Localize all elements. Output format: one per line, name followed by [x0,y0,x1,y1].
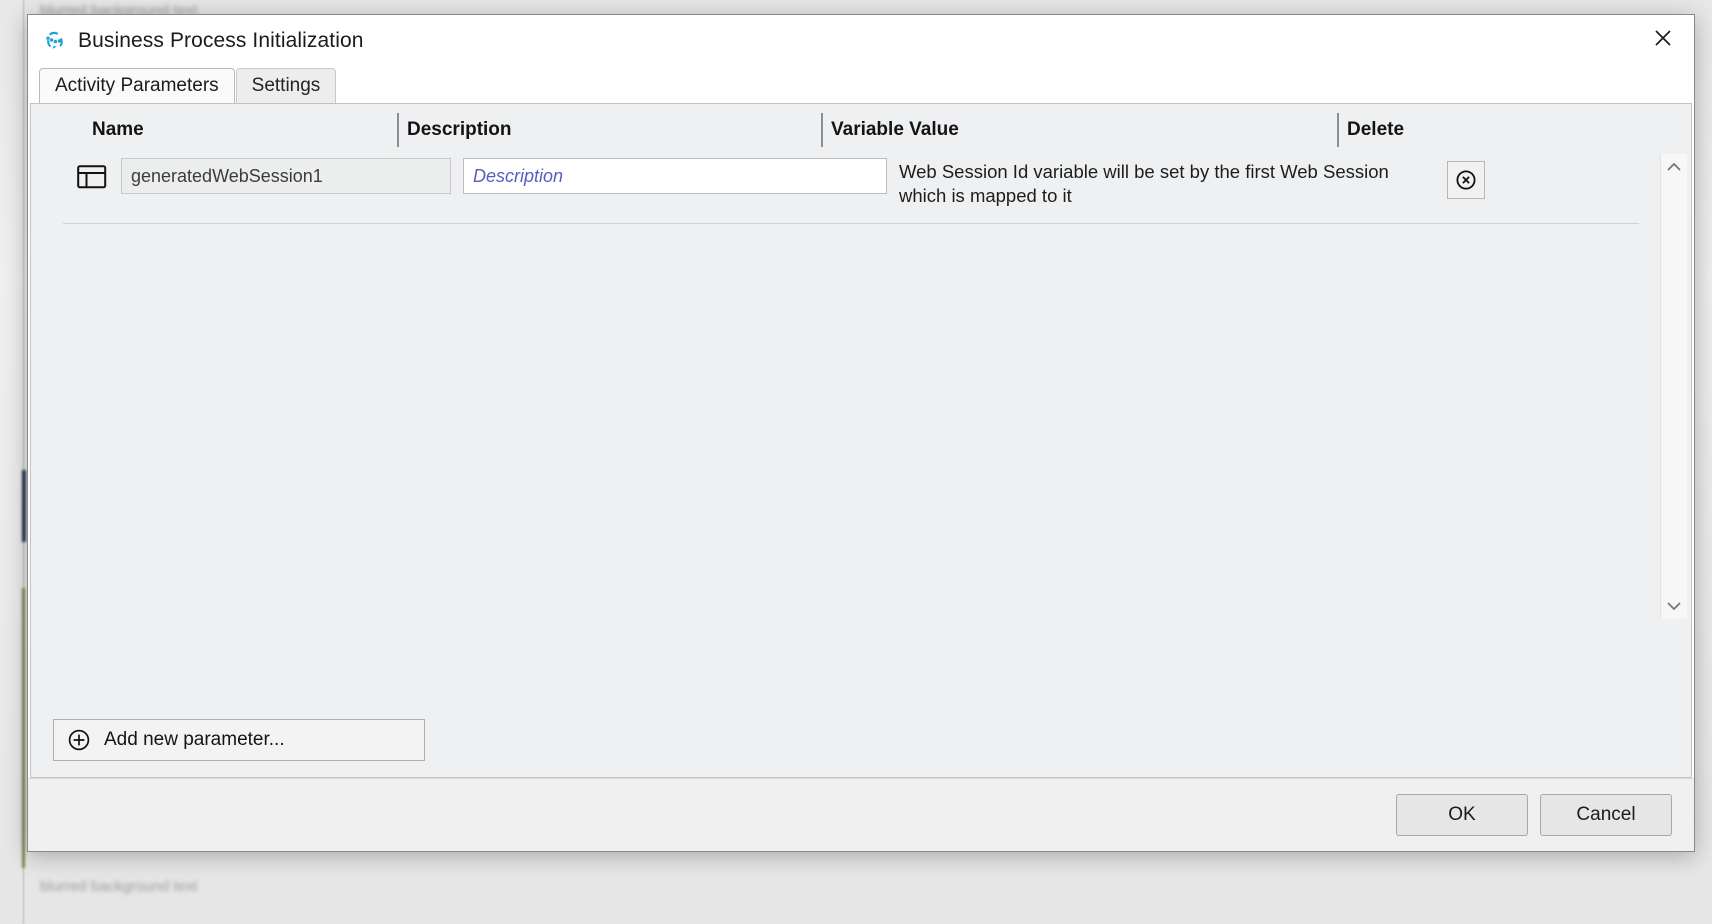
cancel-button[interactable]: Cancel [1540,794,1672,836]
parameter-description-cell [451,158,887,194]
parameter-name-cell [121,158,451,194]
tab-settings[interactable]: Settings [236,68,337,103]
tab-strip: Activity Parameters Settings [28,67,1694,103]
grid-header: Name Description Variable Value Delete [31,104,1691,148]
add-new-parameter-button[interactable]: Add new parameter... [53,719,425,761]
circle-plus-icon [66,727,92,753]
circle-x-icon [1454,168,1478,192]
parameter-variable-value-text: Web Session Id variable will be set by t… [899,160,1429,209]
browser-window-icon [63,158,121,190]
dialog-footer: OK Cancel [28,778,1694,851]
business-process-initialization-dialog: Business Process Initialization Activity… [27,14,1695,852]
background-green-strip [22,588,25,868]
parameter-description-input[interactable] [463,158,887,194]
column-header-delete: Delete [1337,113,1467,147]
business-process-icon [42,28,68,54]
activity-parameters-panel: Name Description Variable Value Delete [30,103,1692,778]
column-header-variable-value: Variable Value [821,113,1337,147]
delete-parameter-button[interactable] [1447,161,1485,199]
grid-body: Web Session Id variable will be set by t… [31,148,1691,703]
close-icon [1652,27,1674,49]
ok-button[interactable]: OK [1396,794,1528,836]
background-bottom-text: blurred background text [40,878,198,895]
tab-settings-label: Settings [252,75,321,97]
add-new-parameter-label: Add new parameter... [104,729,285,751]
close-button[interactable] [1632,15,1694,61]
background-blue-strip [22,470,26,542]
scrollbar-up-button[interactable] [1661,154,1687,180]
parameters-scrollbar[interactable] [1660,154,1687,619]
chevron-down-icon [1665,599,1683,613]
scrollbar-down-button[interactable] [1661,593,1687,619]
dialog-titlebar: Business Process Initialization [28,15,1694,67]
parameter-name-input[interactable] [121,158,451,194]
parameter-delete-cell [1429,158,1639,199]
chevron-up-icon [1665,160,1683,174]
column-header-description: Description [397,113,821,147]
tab-activity-parameters-label: Activity Parameters [55,75,219,97]
tab-activity-parameters[interactable]: Activity Parameters [39,68,235,103]
parameter-variable-value-cell: Web Session Id variable will be set by t… [887,158,1429,209]
dialog-title: Business Process Initialization [78,29,364,53]
table-row: Web Session Id variable will be set by t… [63,148,1639,224]
column-header-name: Name [67,113,397,147]
panel-footer: Add new parameter... [31,703,1691,777]
